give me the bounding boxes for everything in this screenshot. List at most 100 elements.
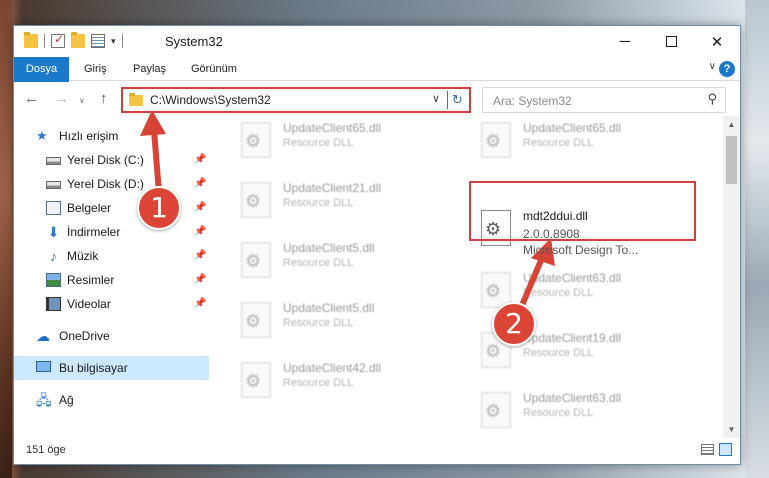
properties-check-icon[interactable] [51, 32, 65, 48]
sidebar-item-pictures[interactable]: Resimler 📌 [14, 268, 209, 292]
tab-share[interactable]: Paylaş [121, 57, 178, 81]
file-name: UpdateClient19.dll [523, 331, 622, 345]
file-name: UpdateClient65.dll [523, 121, 622, 135]
pin-icon[interactable]: 📌 [194, 172, 206, 196]
file-item[interactable]: UpdateClient65.dll Resource DLL [221, 116, 451, 162]
sidebar-item-downloads[interactable]: ⬇ İndirmeler 📌 [14, 220, 209, 244]
file-description: Resource DLL [523, 407, 594, 419]
file-name: UpdateClient21.dll [283, 181, 382, 195]
sidebar-item-local-disk-d[interactable]: Yerel Disk (D:) 📌 [14, 172, 209, 196]
file-item[interactable]: UpdateClient63.dll Resource DLL [461, 266, 691, 312]
file-item[interactable]: UpdateClient42.dll Resource DLL [221, 356, 451, 402]
sidebar-item-label: OneDrive [59, 329, 110, 343]
sidebar-item-label: Müzik [67, 249, 99, 263]
maximize-icon [665, 36, 677, 47]
downloads-icon: ⬇ [47, 224, 60, 240]
customize-toolbar-dropdown-icon[interactable]: ▾ [111, 36, 116, 47]
this-pc-icon [36, 361, 51, 372]
refresh-icon[interactable]: ↻ [447, 91, 467, 109]
file-name: UpdateClient42.dll [283, 361, 382, 375]
sidebar-item-label: Videolar [67, 297, 111, 311]
sidebar-item-videos[interactable]: Videolar 📌 [14, 292, 209, 316]
minimize-icon: ─ [619, 33, 631, 50]
file-description: Resource DLL [283, 317, 354, 329]
file-explorer-window: ▾ System32 ─ ✕ Dosya Giriş Paylaş Görünü… [13, 25, 741, 465]
pin-icon[interactable]: 📌 [194, 292, 206, 316]
folder-icon [24, 32, 38, 48]
sidebar-item-label: Bu bilgisayar [59, 361, 128, 375]
item-count: 151 öge [26, 444, 66, 456]
close-button[interactable]: ✕ [694, 26, 740, 57]
back-arrow-icon[interactable]: ← [24, 90, 39, 107]
scrollbar-thumb[interactable] [726, 136, 737, 184]
scroll-down-arrow-icon[interactable]: ▼ [723, 421, 740, 438]
pictures-icon [46, 273, 61, 287]
up-arrow-icon[interactable]: ↑ [100, 90, 108, 107]
dll-file-icon [241, 182, 271, 218]
ribbon-tab-bar: Dosya Giriş Paylaş Görünüm ∨ ? [14, 57, 740, 103]
sidebar-item-network[interactable]: 🖧 Ağ [14, 388, 209, 412]
sidebar-item-label: İndirmeler [67, 225, 121, 239]
new-folder-icon[interactable] [71, 32, 85, 48]
search-icon[interactable]: ⚲ [707, 91, 717, 107]
scroll-up-arrow-icon[interactable]: ▲ [723, 116, 740, 133]
sidebar-item-quick-access[interactable]: ★ Hızlı erişim [14, 124, 209, 148]
dll-file-icon [481, 122, 511, 158]
drive-icon [46, 157, 61, 165]
minimize-button[interactable]: ─ [602, 26, 648, 57]
file-description: Resource DLL [283, 257, 354, 269]
pin-icon[interactable]: 📌 [194, 196, 206, 220]
tab-home[interactable]: Giriş [72, 57, 119, 81]
navigation-bar: ← → ∨ ↑ C:\Windows\System32 ∨ ↻ Ara: Sys… [14, 82, 740, 116]
large-icons-view-icon[interactable] [719, 443, 732, 456]
quick-access-toolbar: ▾ [24, 32, 123, 48]
file-item[interactable]: UpdateClient63.dll Resource DLL [461, 386, 691, 432]
sidebar-item-label: Resimler [67, 273, 115, 287]
pin-icon[interactable]: 📌 [194, 244, 206, 268]
desktop-left-edge [0, 0, 12, 478]
callout-badge-2: 2 [492, 302, 536, 346]
pin-icon[interactable]: 📌 [194, 148, 206, 172]
sidebar-item-onedrive[interactable]: ☁ OneDrive [14, 324, 209, 348]
properties-list-icon[interactable] [91, 34, 105, 48]
address-history-chevron-icon[interactable]: ∨ [432, 92, 440, 105]
vertical-scrollbar[interactable]: ▲ ▼ [723, 116, 740, 438]
file-name: UpdateClient65.dll [283, 121, 382, 135]
sidebar-item-this-pc[interactable]: Bu bilgisayar [14, 356, 209, 380]
sidebar-item-music[interactable]: ♪ Müzik 📌 [14, 244, 209, 268]
file-list: UpdateClient65.dll Resource DLL UpdateCl… [221, 116, 721, 438]
window-title: System32 [165, 34, 223, 49]
help-icon[interactable]: ? [719, 61, 735, 77]
videos-icon [46, 297, 61, 311]
file-highlight-box [469, 181, 696, 241]
recent-locations-chevron-icon[interactable]: ∨ [79, 96, 85, 105]
file-description: Resource DLL [283, 377, 354, 389]
navigation-pane: ★ Hızlı erişim Yerel Disk (C:) 📌 Yerel D… [14, 116, 209, 438]
close-icon: ✕ [710, 33, 724, 51]
status-bar: 151 öge [14, 438, 740, 464]
search-box[interactable]: Ara: System32 ⚲ [482, 87, 726, 113]
expand-ribbon-chevron-icon[interactable]: ∨ [709, 61, 716, 72]
pin-icon[interactable]: 📌 [194, 220, 206, 244]
forward-arrow-icon[interactable]: → [54, 90, 69, 107]
sidebar-item-label: Ağ [59, 393, 74, 407]
dll-file-icon [241, 242, 271, 278]
dll-file-icon [241, 122, 271, 158]
file-description: Resource DLL [523, 347, 594, 359]
sidebar-item-local-disk-c[interactable]: Yerel Disk (C:) 📌 [14, 148, 209, 172]
maximize-button[interactable] [648, 26, 694, 57]
sidebar-item-label: Hızlı erişim [59, 129, 119, 143]
file-name: UpdateClient5.dll [283, 301, 375, 315]
address-bar[interactable]: C:\Windows\System32 ∨ ↻ [121, 87, 471, 113]
pin-icon[interactable]: 📌 [194, 268, 206, 292]
dll-file-icon [241, 302, 271, 338]
file-item[interactable]: UpdateClient5.dll Resource DLL [221, 236, 451, 282]
file-item[interactable]: UpdateClient5.dll Resource DLL [221, 296, 451, 342]
address-path[interactable]: C:\Windows\System32 [150, 93, 271, 107]
tab-view[interactable]: Görünüm [179, 57, 249, 81]
file-item[interactable]: UpdateClient65.dll Resource DLL [461, 116, 691, 162]
file-item[interactable]: UpdateClient21.dll Resource DLL [221, 176, 451, 222]
details-view-icon[interactable] [701, 444, 714, 455]
toolbar-separator [121, 34, 123, 48]
file-description: Resource DLL [523, 287, 594, 299]
